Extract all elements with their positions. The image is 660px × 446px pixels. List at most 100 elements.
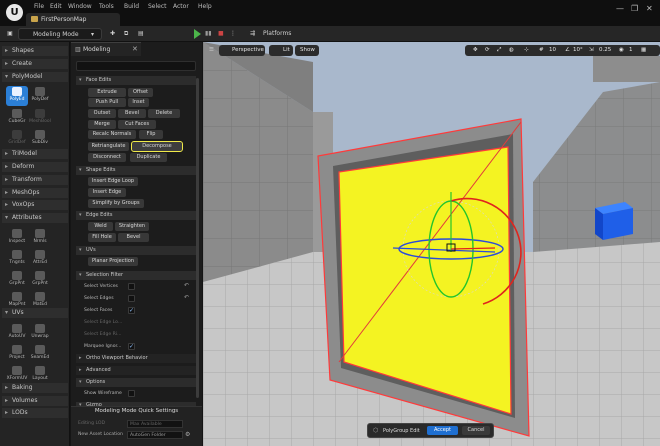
section-selection-filter[interactable]: Selection Filter <box>76 271 196 280</box>
section-uvs[interactable]: UVs <box>76 246 196 255</box>
level-viewport[interactable]: ☰ Perspective Lit Show ✥ ⟳ ⤢ ◍ ⊹ # 10 ∠ … <box>203 42 660 446</box>
show-dropdown[interactable]: Show <box>300 47 315 53</box>
category-meshops[interactable]: MeshOps <box>2 188 68 198</box>
tool-polyed[interactable]: PolyEd <box>6 86 28 106</box>
tool-project[interactable]: Project <box>6 344 28 364</box>
tool-polydef[interactable]: PolyDef <box>29 86 51 106</box>
gear-icon[interactable]: ⚙ <box>185 431 190 438</box>
tool-subdiv[interactable]: SubDiv <box>29 129 51 149</box>
category-shapes[interactable]: Shapes <box>2 46 68 56</box>
category-voxops[interactable]: VoxOps <box>2 200 68 210</box>
category-trimodel[interactable]: TriModel <box>2 149 68 159</box>
cancel-button[interactable]: Cancel <box>462 426 490 435</box>
close-tab-icon[interactable]: ✕ <box>132 45 138 53</box>
select-vertices-checkbox[interactable] <box>128 283 135 290</box>
category-uvs[interactable]: UVs <box>2 308 68 318</box>
minimize-icon[interactable]: — <box>616 4 624 13</box>
simplify-by-groups-button[interactable]: Simplify by Groups <box>88 199 144 208</box>
editing-lod-select[interactable]: Max Available <box>127 420 183 428</box>
modeling-tab[interactable]: ▥ Modeling ✕ <box>71 42 141 56</box>
recalc-normals-button[interactable]: Recalc Normals <box>88 130 136 139</box>
weld-button[interactable]: Weld <box>88 222 113 231</box>
delete-button[interactable]: Delete <box>148 109 180 118</box>
merge-button[interactable]: Merge <box>88 120 116 129</box>
inset-button[interactable]: Inset <box>128 98 149 107</box>
tool-griddef[interactable]: GridDef <box>6 129 28 149</box>
level-tab[interactable]: FirstPersonMap <box>26 13 120 26</box>
grid-size-value[interactable]: 10 <box>549 47 556 53</box>
section-edge-edits[interactable]: Edge Edits <box>76 211 196 220</box>
tool-autouv[interactable]: AutoUV <box>6 323 28 343</box>
grid-snap-icon[interactable]: # <box>539 47 544 53</box>
unreal-logo-icon[interactable]: U <box>6 4 23 21</box>
world-space-icon[interactable]: ◍ <box>509 47 514 53</box>
menu-help[interactable]: Help <box>198 3 212 10</box>
play-options-icon[interactable]: ⋮ <box>230 28 240 40</box>
panel-scrollbar[interactable] <box>196 78 199 398</box>
category-transform[interactable]: Transform <box>2 175 68 185</box>
snap-surface-icon[interactable]: ⊹ <box>524 47 529 53</box>
category-create[interactable]: Create <box>2 59 68 69</box>
perspective-dropdown[interactable]: Perspective <box>232 47 264 53</box>
menu-file[interactable]: File <box>34 3 44 10</box>
tool-tngnts[interactable]: Tngnts <box>6 249 28 269</box>
push-pull-button[interactable]: Push Pull <box>88 98 126 107</box>
tool-cubegr[interactable]: CubeGr <box>6 108 28 128</box>
reset-icon[interactable]: ↶ <box>184 294 189 301</box>
close-icon[interactable]: ✕ <box>646 4 653 13</box>
category-deform[interactable]: Deform <box>2 162 68 172</box>
angle-snap-value[interactable]: 10° <box>573 47 583 53</box>
retriangulate-button[interactable]: Retriangulate <box>88 142 129 151</box>
show-wireframe-checkbox[interactable] <box>128 390 135 397</box>
bevel-button[interactable]: Bevel <box>118 109 146 118</box>
tool-layout[interactable]: Layout <box>29 365 51 385</box>
scale-snap-icon[interactable]: ⇲ <box>589 47 594 53</box>
tool-inspect[interactable]: Inspect <box>6 228 28 248</box>
move-tool-icon[interactable]: ✥ <box>473 47 478 53</box>
scale-tool-icon[interactable]: ⤢ <box>497 47 501 54</box>
tool-seamed[interactable]: SeamEd <box>29 344 51 364</box>
menu-select[interactable]: Select <box>148 3 167 10</box>
menu-window[interactable]: Window <box>68 3 92 10</box>
add-actor-icon[interactable]: ✚ <box>110 28 120 40</box>
tool-meshbool[interactable]: MeshBool <box>29 108 51 128</box>
angle-snap-icon[interactable]: ∠ <box>565 47 570 53</box>
maximize-icon[interactable]: ❐ <box>631 4 638 13</box>
section-face-edits[interactable]: Face Edits <box>76 76 196 85</box>
planar-projection-button[interactable]: Planar Projection <box>88 257 138 266</box>
fill-hole-button[interactable]: Fill Hole <box>88 233 116 242</box>
reset-icon[interactable]: ↶ <box>184 282 189 289</box>
viewport-menu-icon[interactable]: ☰ <box>209 47 214 53</box>
disconnect-button[interactable]: Disconnect <box>88 153 126 162</box>
section-advanced[interactable]: Advanced <box>76 366 196 375</box>
insert-edge-button[interactable]: Insert Edge <box>88 188 126 197</box>
tool-attred[interactable]: AttrEd <box>29 249 51 269</box>
category-baking[interactable]: Baking <box>2 383 68 393</box>
panel-search-input[interactable] <box>76 61 196 71</box>
camera-speed-icon[interactable]: ◉ <box>619 47 624 53</box>
rotate-tool-icon[interactable]: ⟳ <box>485 47 490 53</box>
section-shape-edits[interactable]: Shape Edits <box>76 166 196 175</box>
tool-grppnt[interactable]: GrpPnt <box>6 270 28 290</box>
duplicate-button[interactable]: Duplicate <box>130 153 167 162</box>
accept-button[interactable]: Accept <box>427 426 458 435</box>
insert-edge-loop-button[interactable]: Insert Edge Loop <box>88 177 138 186</box>
menu-build[interactable]: Build <box>124 3 139 10</box>
scale-snap-value[interactable]: 0.25 <box>599 47 611 53</box>
select-faces-checkbox[interactable]: ✓ <box>128 307 135 314</box>
save-icon[interactable]: ▣ <box>5 28 15 40</box>
asset-location-select[interactable]: AutoGen Folder <box>127 431 183 439</box>
platforms-label[interactable]: Platforms <box>263 28 291 40</box>
cinematics-icon[interactable]: ▤ <box>138 28 148 40</box>
play-icon[interactable] <box>194 29 201 39</box>
menu-tools[interactable]: Tools <box>99 3 114 10</box>
mode-dropdown[interactable]: Modeling Mode ▾ <box>18 28 102 40</box>
lit-dropdown[interactable]: Lit <box>283 47 290 53</box>
tool-xformuv[interactable]: XFormUV <box>6 365 28 385</box>
category-lods[interactable]: LODs <box>2 408 68 418</box>
menu-edit[interactable]: Edit <box>50 3 62 10</box>
offset-button[interactable]: Offset <box>128 88 153 97</box>
category-attributes[interactable]: Attributes <box>2 213 68 223</box>
decompose-button[interactable]: Decompose <box>131 141 183 152</box>
section-options[interactable]: Options <box>76 378 196 387</box>
